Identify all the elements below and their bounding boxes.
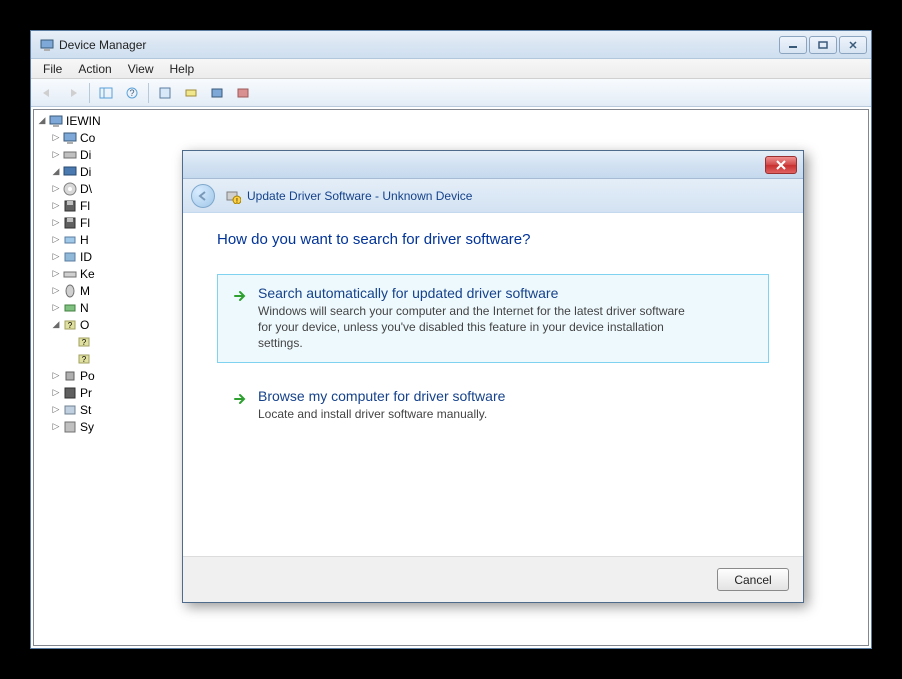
ide-icon bbox=[62, 249, 78, 265]
expander-icon[interactable]: ▷ bbox=[50, 132, 62, 143]
tree-item-label: M bbox=[80, 284, 90, 298]
option-desc: Locate and install driver software manua… bbox=[258, 406, 505, 422]
expander-icon[interactable]: ▷ bbox=[50, 234, 62, 245]
tree-item-label: Di bbox=[80, 148, 91, 162]
other-icon: ? bbox=[62, 317, 78, 333]
unknown-device-icon: ? bbox=[76, 351, 92, 367]
expander-icon[interactable]: ▷ bbox=[50, 387, 62, 398]
tree-item-label: Ke bbox=[80, 267, 95, 281]
dm-menubar: File Action View Help bbox=[31, 59, 871, 79]
svg-text:?: ? bbox=[68, 321, 73, 330]
device-warning-icon: ! bbox=[225, 188, 241, 204]
expander-icon[interactable]: ▷ bbox=[50, 251, 62, 262]
expander-icon[interactable]: ◢ bbox=[50, 319, 62, 330]
wizard-question: How do you want to search for driver sof… bbox=[217, 231, 769, 248]
dvd-icon bbox=[62, 181, 78, 197]
option-browse-computer[interactable]: Browse my computer for driver software L… bbox=[217, 377, 769, 433]
mouse-icon bbox=[62, 283, 78, 299]
system-icon bbox=[62, 419, 78, 435]
expander-icon[interactable]: ▷ bbox=[50, 149, 62, 160]
keyboard-icon bbox=[62, 266, 78, 282]
cancel-button[interactable]: Cancel bbox=[717, 568, 789, 591]
expander-icon[interactable]: ▷ bbox=[50, 404, 62, 415]
floppy-icon bbox=[62, 198, 78, 214]
tree-item-label: ID bbox=[80, 250, 92, 264]
minimize-button[interactable] bbox=[779, 36, 807, 54]
tree-item-label: Sy bbox=[80, 420, 94, 434]
tree-item-label: Fl bbox=[80, 216, 90, 230]
menu-file[interactable]: File bbox=[35, 60, 70, 78]
menu-help[interactable]: Help bbox=[162, 60, 203, 78]
hid-icon bbox=[62, 232, 78, 248]
menu-action[interactable]: Action bbox=[70, 60, 119, 78]
expander-icon[interactable]: ▷ bbox=[50, 421, 62, 432]
expander-icon[interactable]: ▷ bbox=[50, 370, 62, 381]
toolbar-uninstall-icon[interactable] bbox=[231, 82, 255, 104]
tree-item-label: Fl bbox=[80, 199, 90, 213]
toolbar-scan-icon[interactable] bbox=[179, 82, 203, 104]
tree-item-label: D\ bbox=[80, 182, 92, 196]
option-title: Search automatically for updated driver … bbox=[258, 285, 698, 301]
expander-icon[interactable]: ▷ bbox=[50, 200, 62, 211]
svg-text:?: ? bbox=[82, 355, 87, 364]
wizard-footer: Cancel bbox=[183, 556, 803, 602]
maximize-button[interactable] bbox=[809, 36, 837, 54]
tree-item-label: St bbox=[80, 403, 91, 417]
tree-item-label: Co bbox=[80, 131, 95, 145]
tree-item-label: Po bbox=[80, 369, 95, 383]
update-driver-wizard: ! Update Driver Software - Unknown Devic… bbox=[182, 150, 804, 603]
floppy-icon bbox=[62, 215, 78, 231]
dm-toolbar: ? bbox=[31, 79, 871, 107]
toolbar-show-hide-icon[interactable] bbox=[94, 82, 118, 104]
wizard-header-text: Update Driver Software - Unknown Device bbox=[247, 189, 472, 203]
wizard-titlebar bbox=[183, 151, 803, 179]
option-desc: Windows will search your computer and th… bbox=[258, 303, 698, 352]
dm-titlebar: Device Manager bbox=[31, 31, 871, 59]
dm-title: Device Manager bbox=[59, 38, 777, 52]
tree-item-label: H bbox=[80, 233, 89, 247]
ports-icon bbox=[62, 368, 78, 384]
tree-item-label: N bbox=[80, 301, 89, 315]
toolbar-help-icon[interactable]: ? bbox=[120, 82, 144, 104]
option-search-automatically[interactable]: Search automatically for updated driver … bbox=[217, 274, 769, 363]
expander-icon[interactable]: ▷ bbox=[50, 302, 62, 313]
expander-icon[interactable]: ▷ bbox=[50, 183, 62, 194]
arrow-right-icon bbox=[232, 288, 248, 304]
processor-icon bbox=[62, 385, 78, 401]
disk-icon bbox=[62, 147, 78, 163]
toolbar-back-icon[interactable] bbox=[35, 82, 59, 104]
svg-text:?: ? bbox=[82, 338, 87, 347]
wizard-close-button[interactable] bbox=[765, 156, 797, 174]
tree-item-label: Di bbox=[80, 165, 91, 179]
storage-icon bbox=[62, 402, 78, 418]
tree-root-label: IEWIN bbox=[66, 114, 101, 128]
tree-item-label: O bbox=[80, 318, 89, 332]
expander-icon[interactable]: ▷ bbox=[50, 268, 62, 279]
device-manager-icon bbox=[39, 37, 55, 53]
expander-icon[interactable]: ▷ bbox=[50, 217, 62, 228]
network-icon bbox=[62, 300, 78, 316]
unknown-device-icon: ? bbox=[76, 334, 92, 350]
tree-item-label: Pr bbox=[80, 386, 92, 400]
wizard-back-button[interactable] bbox=[191, 184, 215, 208]
display-icon bbox=[62, 164, 78, 180]
toolbar-update-icon[interactable] bbox=[205, 82, 229, 104]
svg-text:?: ? bbox=[129, 88, 134, 98]
svg-text:!: ! bbox=[236, 198, 238, 204]
dm-close-button[interactable] bbox=[839, 36, 867, 54]
toolbar-properties-icon[interactable] bbox=[153, 82, 177, 104]
expander-icon[interactable]: ▷ bbox=[50, 285, 62, 296]
option-title: Browse my computer for driver software bbox=[258, 388, 505, 404]
arrow-right-icon bbox=[232, 391, 248, 407]
wizard-header: ! Update Driver Software - Unknown Devic… bbox=[183, 179, 803, 213]
computer-icon bbox=[62, 130, 78, 146]
expander-icon[interactable]: ◢ bbox=[50, 166, 62, 177]
tree-root[interactable]: ◢ IEWIN bbox=[36, 112, 866, 129]
toolbar-forward-icon[interactable] bbox=[61, 82, 85, 104]
tree-item[interactable]: ▷ Co bbox=[36, 129, 866, 146]
menu-view[interactable]: View bbox=[120, 60, 162, 78]
